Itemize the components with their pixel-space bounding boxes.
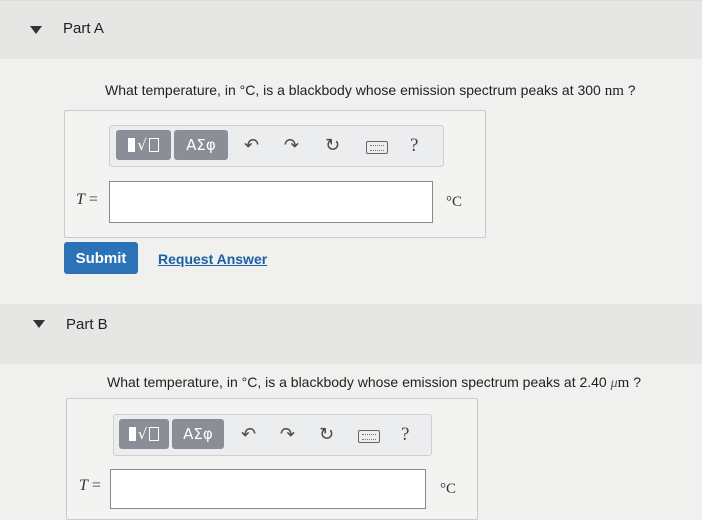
- part-a-question-text: What temperature, in °C, is a blackbody …: [105, 82, 601, 98]
- part-b-equals: =: [91, 477, 101, 494]
- part-a-question-suffix: ?: [627, 82, 636, 98]
- part-b-title: Part B: [66, 316, 108, 333]
- part-b-unit: °C: [440, 481, 457, 497]
- greek-symbols-button[interactable]: ΑΣφ: [174, 130, 228, 160]
- keyboard-icon[interactable]: [366, 141, 388, 154]
- part-a-question: What temperature, in °C, is a blackbody …: [105, 82, 636, 100]
- reset-icon[interactable]: ↻: [325, 135, 340, 156]
- help-icon[interactable]: ?: [410, 135, 418, 157]
- part-a-question-unit: nm: [604, 83, 624, 99]
- part-b-collapse-icon[interactable]: [33, 320, 45, 328]
- part-a-variable: T: [76, 191, 85, 208]
- part-a-title: Part A: [63, 20, 104, 37]
- part-a-answer-input[interactable]: [109, 181, 433, 223]
- part-b-question-text: What temperature, in °C, is a blackbody …: [107, 374, 607, 390]
- part-a-variable-label: T =: [76, 191, 98, 209]
- part-b-answer-input[interactable]: [110, 469, 426, 509]
- part-b-question-unit-mu: μ: [610, 376, 618, 391]
- redo-icon[interactable]: ↷: [280, 424, 295, 445]
- templates-button[interactable]: √: [116, 130, 171, 160]
- part-b-question: What temperature, in °C, is a blackbody …: [107, 374, 641, 392]
- part-a-collapse-icon[interactable]: [30, 26, 42, 34]
- part-b-question-suffix: ?: [633, 374, 642, 390]
- sqrt-template-icon: √: [128, 425, 160, 443]
- reset-icon[interactable]: ↻: [319, 424, 334, 445]
- part-b-variable-label: T =: [79, 477, 101, 495]
- templates-button[interactable]: √: [119, 419, 169, 449]
- part-b-variable: T: [79, 477, 88, 494]
- submit-button[interactable]: Submit: [64, 242, 138, 274]
- part-a-unit: °C: [446, 194, 463, 210]
- sqrt-template-icon: √: [128, 136, 159, 154]
- greek-symbols-button[interactable]: ΑΣφ: [172, 419, 224, 449]
- part-b-question-unit: m: [617, 375, 630, 391]
- help-icon[interactable]: ?: [401, 424, 409, 446]
- part-a-equals: =: [88, 191, 98, 208]
- part-b-header[interactable]: [0, 304, 702, 364]
- part-a-math-toolbar: √ ΑΣφ ↶ ↷ ↻ ?: [109, 125, 444, 167]
- redo-icon[interactable]: ↷: [284, 135, 299, 156]
- part-b-math-toolbar: √ ΑΣφ ↶ ↷ ↻ ?: [113, 414, 432, 456]
- request-answer-link[interactable]: Request Answer: [158, 251, 267, 267]
- keyboard-icon[interactable]: [358, 430, 380, 443]
- undo-icon[interactable]: ↶: [241, 424, 256, 445]
- undo-icon[interactable]: ↶: [244, 135, 259, 156]
- part-a-header[interactable]: [0, 0, 702, 59]
